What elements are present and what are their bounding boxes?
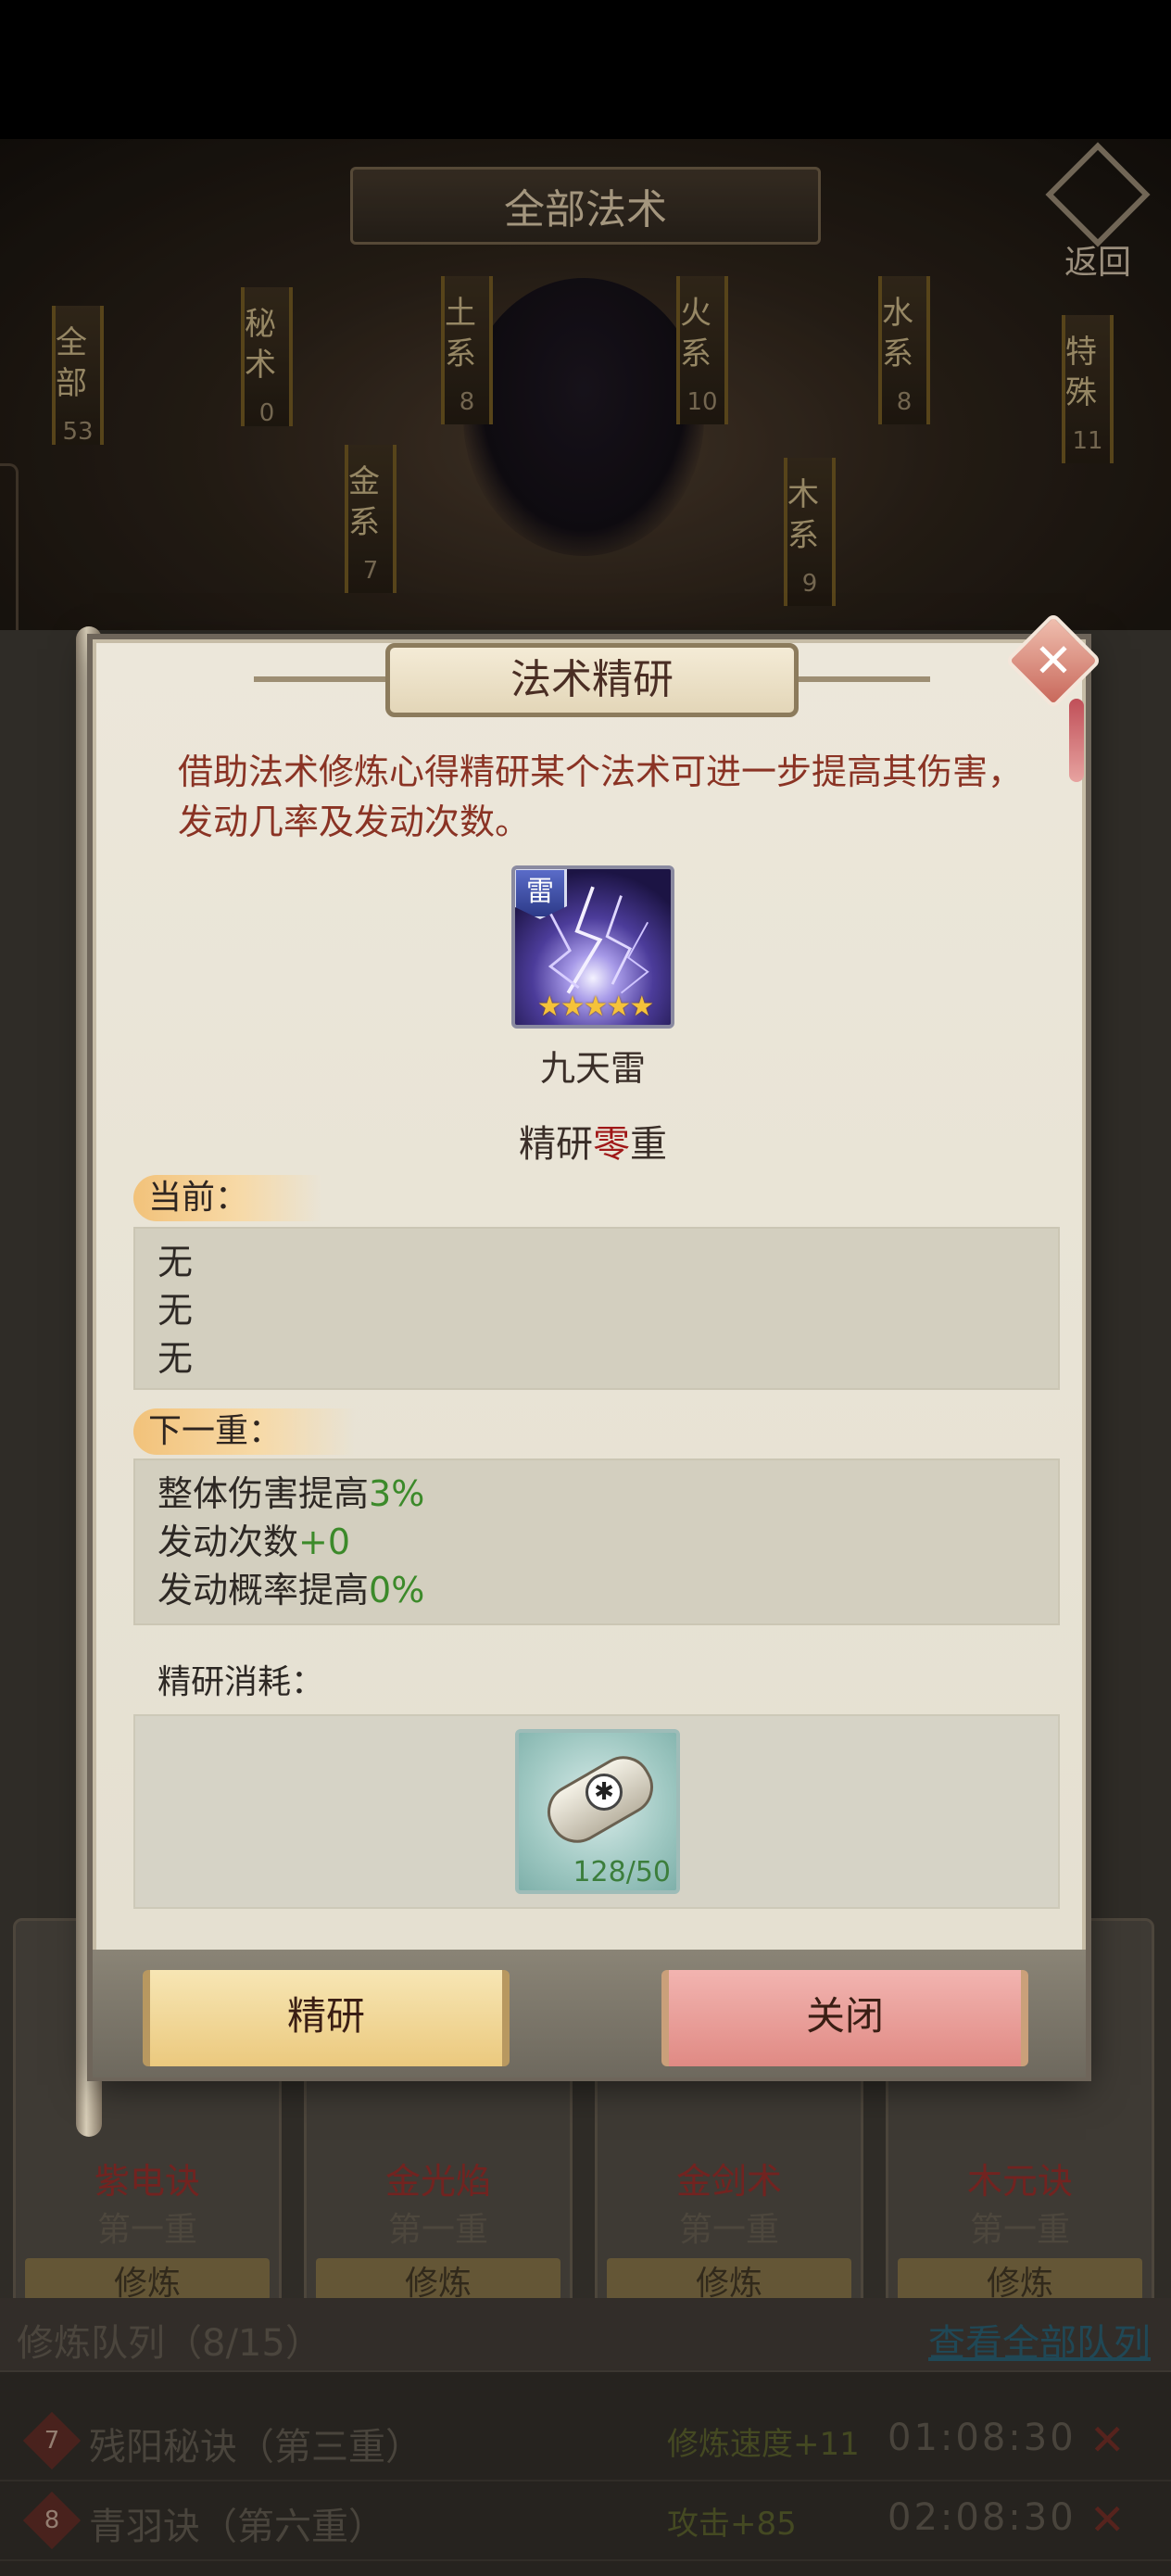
dialog-description: 借助法术修炼心得精研某个法术可进一步提高其伤害，发动几率及发动次数。 xyxy=(178,751,1024,842)
current-stat-line: 无 xyxy=(157,1242,194,1282)
spell-name: 九天雷 xyxy=(539,1048,646,1089)
refine-button[interactable]: 精研 xyxy=(143,1970,510,2066)
spell-stars: ★★★★★ xyxy=(536,991,654,1023)
close-button[interactable]: 关闭 xyxy=(661,1970,1028,2066)
seal-icon: ✱ xyxy=(586,1774,623,1811)
status-bar xyxy=(0,0,1171,139)
current-stats-box: 无 无 无 xyxy=(133,1227,1060,1390)
next-section-label: 下一重： xyxy=(133,1408,357,1455)
refine-prefix: 精研 xyxy=(519,1123,593,1166)
refine-level: 精研零重 xyxy=(96,1114,1089,1168)
current-section-label: 当前： xyxy=(133,1175,323,1221)
next-stat-line: 发动次数+0 xyxy=(157,1522,351,1562)
spell-refine-dialog: 法术精研 ✕ 借助法术修炼心得精研某个法术可进一步提高其伤害，发动几率及发动次数… xyxy=(93,612,1102,2077)
stat-value: 0% xyxy=(369,1570,425,1610)
item-count: 128/50 xyxy=(573,1856,671,1888)
cost-label: 精研消耗： xyxy=(157,1663,325,1701)
cost-item-slot[interactable]: ✱ 128/50 xyxy=(515,1729,680,1894)
refine-suffix: 重 xyxy=(630,1123,667,1166)
next-stats-box: 整体伤害提高3% 发动次数+0 发动概率提高0% xyxy=(133,1458,1060,1625)
cost-box: ✱ 128/50 xyxy=(133,1714,1060,1909)
stat-value: +0 xyxy=(298,1522,351,1562)
spell-icon[interactable]: 雷 ★★★★★ xyxy=(511,865,674,1029)
tassel-decoration xyxy=(1069,699,1084,782)
next-stat-line: 整体伤害提高3% xyxy=(157,1473,425,1514)
current-stat-line: 无 xyxy=(157,1290,194,1331)
stat-value: 3% xyxy=(369,1473,425,1514)
next-stat-line: 发动概率提高0% xyxy=(157,1570,425,1610)
dialog-title: 法术精研 xyxy=(385,643,799,717)
current-stat-line: 无 xyxy=(157,1338,194,1379)
refine-level-value: 零 xyxy=(593,1123,630,1166)
